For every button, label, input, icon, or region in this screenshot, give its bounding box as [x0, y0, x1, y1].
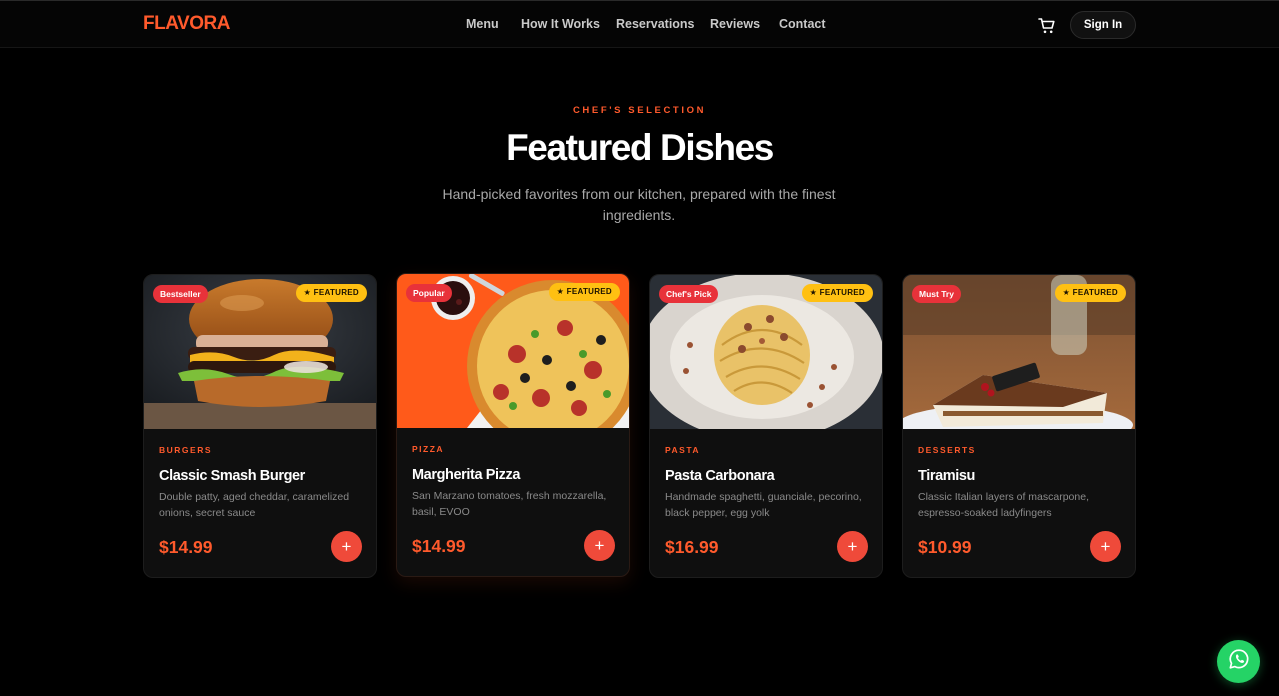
sign-in-button[interactable]: Sign In	[1070, 11, 1136, 39]
dish-description: San Marzano tomatoes, fresh mozzarella, …	[412, 490, 607, 518]
dish-card-tiramisu[interactable]: Must Try ★ FEATURED DESSERTS Tiramisu Cl…	[902, 274, 1136, 578]
section-subtitle: Hand-picked favorites from our kitchen, …	[442, 186, 836, 223]
add-to-cart-button[interactable]: +	[1090, 531, 1121, 562]
add-to-cart-button[interactable]: +	[584, 530, 615, 561]
dish-price: $14.99	[412, 536, 466, 556]
dish-card-pizza[interactable]: Popular ★ FEATURED PIZZA Margherita Pizz…	[396, 273, 630, 577]
dish-tag: Bestseller	[153, 285, 208, 303]
section-title: Featured Dishes	[506, 127, 774, 168]
nav-item-how-it-works[interactable]: How It Works	[521, 17, 600, 31]
section-eyebrow: CHEF'S SELECTION	[572, 105, 707, 116]
dish-card-pasta[interactable]: Chef's Pick ★ FEATURED PASTA Pasta Carbo…	[649, 274, 883, 578]
dish-description: Classic Italian layers of mascarpone, es…	[918, 491, 1089, 519]
whatsapp-icon	[1227, 647, 1251, 676]
nav-item-reviews[interactable]: Reviews	[710, 17, 760, 31]
dish-category: BURGERS	[159, 445, 213, 455]
dish-tag: Chef's Pick	[659, 285, 719, 303]
dish-category: DESSERTS	[918, 445, 976, 455]
nav-item-reservations[interactable]: Reservations	[616, 17, 695, 31]
dish-tag: Popular	[406, 284, 452, 302]
featured-badge: ★ FEATURED	[548, 283, 620, 301]
featured-badge: ★ FEATURED	[1054, 284, 1126, 302]
dish-price: $16.99	[665, 537, 719, 557]
dish-price: $14.99	[159, 537, 213, 557]
dish-price: $10.99	[918, 537, 972, 557]
featured-badge: ★ FEATURED	[801, 284, 873, 302]
dish-description: Handmade spaghetti, guanciale, pecorino,…	[665, 491, 862, 519]
dish-tag: Must Try	[912, 285, 961, 303]
dish-name: Margherita Pizza	[412, 467, 521, 483]
add-to-cart-button[interactable]: +	[331, 531, 362, 562]
dish-name: Pasta Carbonara	[665, 468, 775, 484]
featured-badge: ★ FEATURED	[295, 284, 367, 302]
add-to-cart-button[interactable]: +	[837, 531, 868, 562]
top-navbar: FLAVORA Menu How It Works Reservations R…	[0, 0, 1279, 48]
cart-icon[interactable]	[1037, 16, 1057, 36]
nav-item-contact[interactable]: Contact	[779, 17, 826, 31]
dish-name: Tiramisu	[918, 468, 975, 484]
dish-category: PASTA	[665, 445, 701, 455]
dish-card-burger[interactable]: Bestseller ★ FEATURED BURGERS Classic Sm…	[143, 274, 377, 578]
dish-category: PIZZA	[412, 444, 445, 454]
whatsapp-chat-button[interactable]	[1217, 640, 1260, 683]
dish-name: Classic Smash Burger	[159, 468, 305, 484]
dish-description: Double patty, aged cheddar, caramelized …	[159, 491, 350, 519]
nav-item-menu[interactable]: Menu	[466, 17, 499, 31]
